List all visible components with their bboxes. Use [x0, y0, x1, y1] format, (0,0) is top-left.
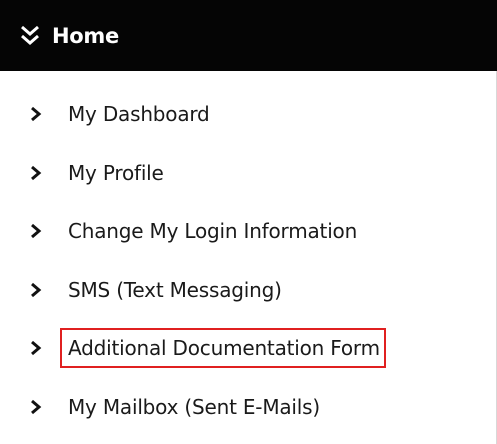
double-chevron-down-icon [20, 24, 40, 48]
sidebar-panel: Home My Dashboard My Profile Change My L… [0, 0, 497, 444]
chevron-right-icon [28, 222, 44, 240]
menu-item-my-mailbox[interactable]: My Mailbox (Sent E-Mails) [0, 378, 497, 437]
menu-item-label: My Dashboard [68, 102, 210, 127]
chevron-right-icon [28, 281, 44, 299]
menu-item-label: Additional Documentation Form [60, 328, 386, 369]
menu-item-label: SMS (Text Messaging) [68, 277, 282, 302]
chevron-right-icon [28, 398, 44, 416]
menu-item-label: My Mailbox (Sent E-Mails) [68, 394, 320, 419]
menu-item-additional-documentation-form[interactable]: Additional Documentation Form [0, 319, 497, 378]
menu-item-label: My Profile [68, 160, 164, 185]
menu-item-my-dashboard[interactable]: My Dashboard [0, 85, 497, 144]
chevron-right-icon [28, 164, 44, 182]
home-menu: My Dashboard My Profile Change My Login … [0, 85, 497, 436]
menu-item-my-profile[interactable]: My Profile [0, 144, 497, 203]
chevron-right-icon [28, 339, 44, 357]
home-section-title: Home [52, 23, 119, 48]
chevron-right-icon [28, 105, 44, 123]
home-section-header[interactable]: Home [0, 0, 497, 71]
menu-item-label: Change My Login Information [68, 219, 358, 244]
menu-item-change-login[interactable]: Change My Login Information [0, 202, 497, 261]
menu-item-sms[interactable]: SMS (Text Messaging) [0, 261, 497, 320]
